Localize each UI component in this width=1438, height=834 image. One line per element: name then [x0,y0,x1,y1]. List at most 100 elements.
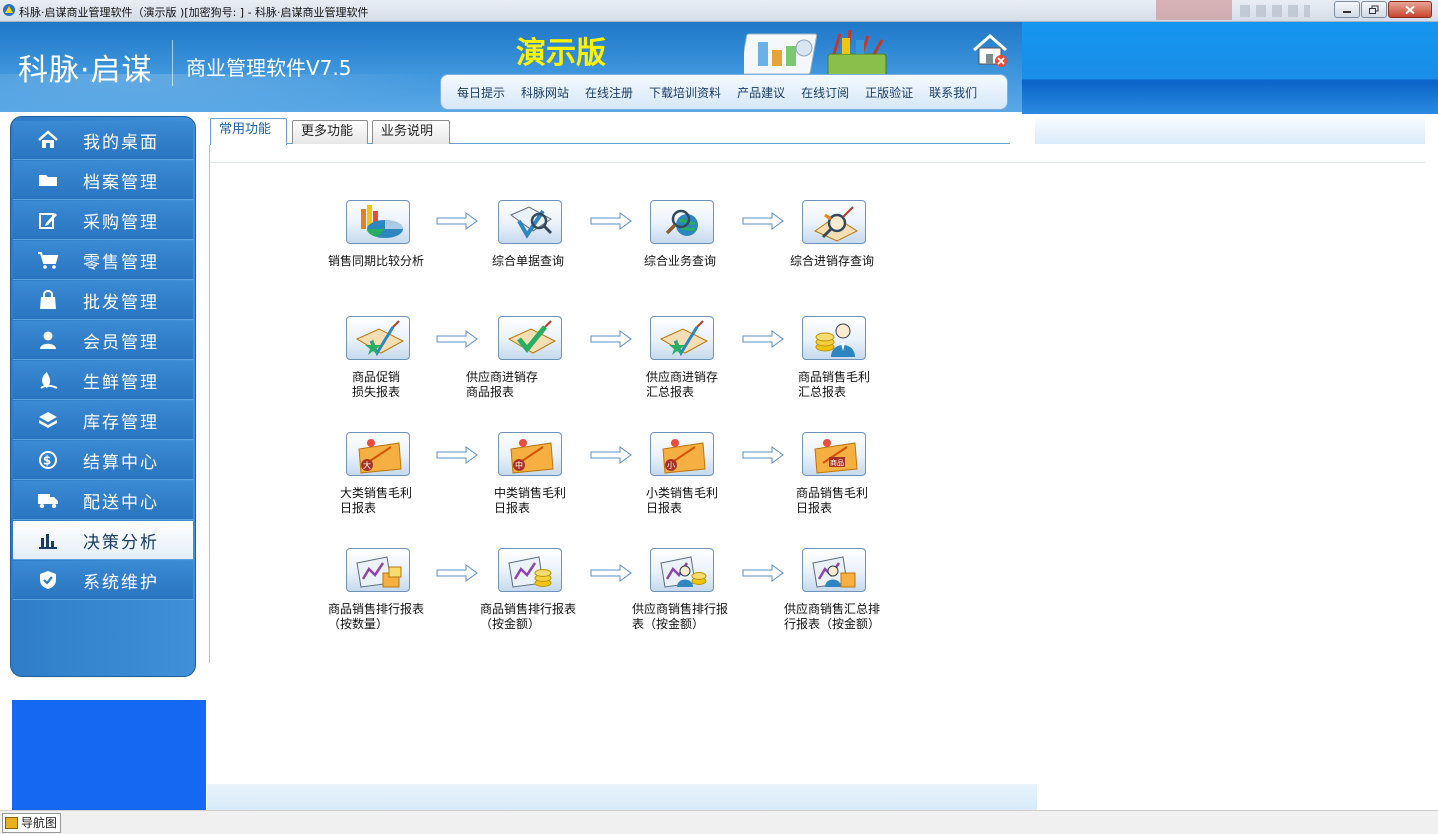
func-product-profit-daily[interactable]: 商品 商品销售毛利 日报表 [784,432,904,516]
home-exit-icon[interactable] [970,32,1010,68]
sidebar-item-archives[interactable]: 档案管理 [13,161,193,200]
navigation-map-label: 导航图 [21,816,58,830]
leaf-icon [40,372,58,389]
tab-business-description[interactable]: 业务说明 [372,120,450,144]
sidebar-footer-panel [12,700,206,810]
sidebar-item-system-maintenance[interactable]: 系统维护 [13,561,193,600]
coin-user-icon [815,323,855,357]
sidebar-item-label: 批发管理 [83,292,159,313]
sidebar-item-retail[interactable]: 零售管理 [13,241,193,280]
nav-contact-us[interactable]: 联系我们 [921,84,985,101]
product-report-icon: 商品 [814,439,858,474]
flow-arrow-icon [436,212,478,230]
sidebar-item-label: 我的桌面 [83,132,159,153]
func-minor-category-daily[interactable]: 小 小类销售毛利 日报表 [632,432,752,516]
restore-button[interactable] [1361,1,1387,18]
svg-text:$: $ [43,454,53,468]
cart-icon [38,252,59,269]
window-title: 科脉·启谋商业管理软件（演示版 )[加密狗号: ] - 科脉·启谋商业管理软件 [19,6,369,19]
func-sales-rank-quantity[interactable]: 商品销售排行报表 （按数量） [328,548,448,632]
nav-online-register[interactable]: 在线注册 [577,84,641,101]
navigation-map-button[interactable]: 导航图 [2,813,62,833]
check-report-icon [507,320,557,354]
func-label: 供应商销售排行报 表（按金额） [632,602,729,631]
star-report-icon [659,320,709,357]
sidebar-item-label: 结算中心 [83,452,159,473]
big-category-icon: 大 [358,439,402,474]
flow-arrow-icon [742,564,784,582]
close-button[interactable] [1388,1,1432,18]
func-label: 商品销售排行报表 （按金额） [480,602,577,631]
sidebar-item-settlement[interactable]: $ 结算中心 [13,441,193,480]
func-promotion-loss-report[interactable]: 商品促销 损失报表 [334,316,454,400]
func-sales-period-comparison[interactable]: 销售同期比较分析 [328,200,448,269]
edit-icon [39,213,57,229]
sidebar-item-label: 零售管理 [83,252,159,273]
func-sales-rank-amount[interactable]: 商品销售排行报表 （按金额） [480,548,600,632]
sidebar-item-label: 会员管理 [83,332,159,353]
func-mid-category-daily[interactable]: 中 中类销售毛利 日报表 [480,432,600,516]
sidebar-item-label: 库存管理 [83,412,159,433]
obscured-region [1240,5,1310,17]
sidebar-item-label: 系统维护 [83,572,159,593]
header-illustration-icon [744,29,887,77]
supplier-rank-icon [660,556,707,588]
pie-chart-icon [361,205,403,238]
flow-arrow-icon [590,564,632,582]
func-supplier-rank-amount[interactable]: 供应商销售排行报 表（按金额） [632,548,752,632]
func-supplier-product-report[interactable]: 供应商进销存 商品报表 [466,316,600,400]
sidebar-item-distribution[interactable]: 配送中心 [13,481,193,520]
folder-icon [39,175,57,186]
sidebar-item-desktop[interactable]: 我的桌面 [13,121,193,160]
globe-search-icon [665,209,698,236]
sidebar-item-members[interactable]: 会员管理 [13,321,193,360]
func-label: 供应商进销存 商品报表 [466,370,539,399]
flow-arrow-icon [590,330,632,348]
func-label: 大类销售毛利 日报表 [340,486,413,515]
tab-more-functions[interactable]: 更多功能 [292,120,368,144]
rank-money-icon [508,556,552,588]
func-major-category-daily[interactable]: 大 大类销售毛利 日报表 [328,432,448,516]
app-header: 科脉·启谋 商业管理软件V7.5 演示版 每日提示 科脉网站 在线注册 下载培训… [0,22,1022,112]
func-label: 小类销售毛利 日报表 [646,486,719,515]
sidebar: 我的桌面 档案管理 采购管理 零售管理 批发管理 会员管理 生鲜管理 库存管理 … [10,116,196,677]
func-label: 商品销售毛利 日报表 [796,486,869,515]
nav-product-suggestion[interactable]: 产品建议 [729,84,793,101]
home-icon [38,130,58,148]
nav-download-training[interactable]: 下载培训资料 [641,84,729,101]
nav-license-verify[interactable]: 正版验证 [857,84,921,101]
header-extension [1022,22,1438,114]
sidebar-item-fresh[interactable]: 生鲜管理 [13,361,193,400]
func-inventory-query[interactable]: 综合进销存查询 [784,200,904,269]
tab-common-functions[interactable]: 常用功能 [210,118,287,145]
func-gross-profit-summary[interactable]: 商品销售毛利 汇总报表 [784,316,904,400]
func-business-query[interactable]: 综合业务查询 [632,200,752,269]
svg-text:中: 中 [515,460,523,470]
nav-daily-tips[interactable]: 每日提示 [449,84,513,101]
func-supplier-summary-report[interactable]: 供应商进销存 汇总报表 [632,316,752,400]
svg-text:小: 小 [667,461,675,470]
func-label: 综合单据查询 [492,254,565,268]
sidebar-item-decision-analysis[interactable]: 决策分析 [13,521,193,560]
product-name: 商业管理软件V7.5 [186,56,352,80]
func-label: 商品销售排行报表 （按数量） [328,602,425,631]
window-controls [1333,1,1432,18]
nav-online-subscribe[interactable]: 在线订阅 [793,84,857,101]
user-icon [40,331,56,349]
func-label: 供应商进销存 汇总报表 [646,370,719,399]
sidebar-item-purchase[interactable]: 采购管理 [13,201,193,240]
svg-text:商品: 商品 [830,458,844,467]
sidebar-item-wholesale[interactable]: 批发管理 [13,281,193,320]
func-label: 综合业务查询 [644,254,717,268]
function-tabs: 常用功能 更多功能 业务说明 [210,118,1010,145]
sidebar-item-inventory[interactable]: 库存管理 [13,401,193,440]
map-icon [5,817,18,829]
minimize-button[interactable] [1334,1,1360,18]
func-document-query[interactable]: 综合单据查询 [480,200,600,269]
nav-website[interactable]: 科脉网站 [513,84,577,101]
sidebar-item-label: 决策分析 [83,532,159,553]
star-report-icon [355,320,405,357]
func-supplier-sum-rank[interactable]: 供应商销售汇总排 行报表（按金额） [784,548,904,632]
bar-chart-icon [39,534,57,549]
sidebar-item-label: 档案管理 [83,172,159,193]
